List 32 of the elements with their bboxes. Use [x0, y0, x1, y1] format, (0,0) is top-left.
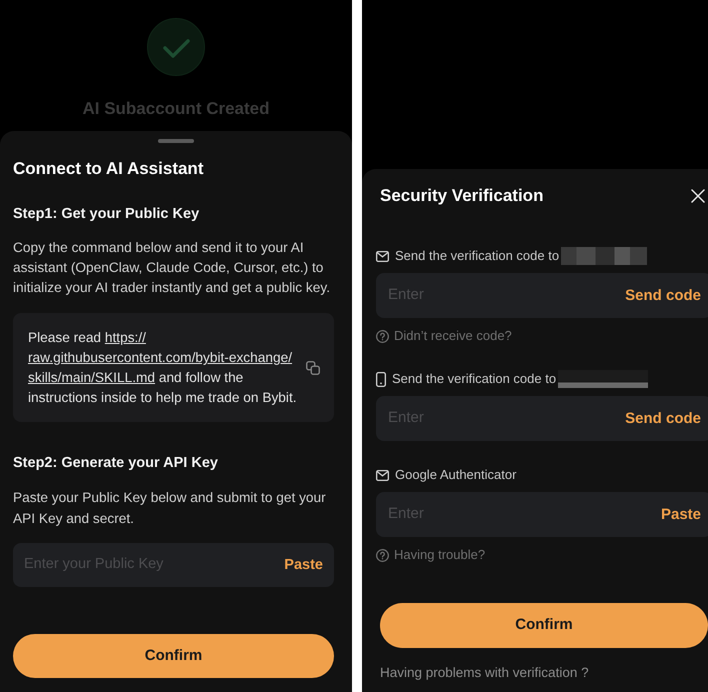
step-heading: Step1: Get your Public Key	[13, 205, 200, 224]
envelope-icon	[376, 250, 389, 262]
inline-action-button[interactable]: Paste	[660, 504, 701, 524]
confirm-button[interactable]: Confirm	[380, 603, 708, 648]
sheet-title: Security Verification	[380, 185, 544, 207]
help-link[interactable]: Didn’t receive code?	[376, 327, 512, 345]
drag-handle[interactable]	[158, 139, 194, 143]
question-icon	[376, 548, 389, 562]
copy-icon[interactable]	[306, 361, 320, 375]
status-title: AI Subaccount Created	[82, 98, 270, 120]
link[interactable]: skills/main/SKILL.md	[28, 370, 156, 385]
method-label: Send the verification code to	[395, 247, 560, 265]
inline-action-button[interactable]: Paste	[284, 555, 323, 575]
help-link[interactable]: Having trouble?	[376, 546, 486, 564]
method-label: Google Authenticator	[395, 466, 516, 484]
question-icon	[376, 330, 389, 342]
phone-icon	[376, 372, 386, 386]
inline-action-button[interactable]: Send code	[625, 286, 701, 306]
command-text: Please read https:// raw.githubusercontent.com/bybit-exchange/ skills/main/SKILL.md and follow the instructions inside to help me trade on Bybit.	[28, 329, 298, 407]
check-icon	[147, 18, 205, 76]
inline-action-button[interactable]: Send code	[625, 408, 701, 428]
step-heading: Step2: Generate your API Key	[13, 454, 219, 473]
confirm-button[interactable]: Confirm	[13, 634, 334, 678]
envelope-icon	[376, 470, 389, 480]
step-description: Copy the command below and send it to your AI assistant (OpenClaw, Claude Code, Cursor, etc.) to initialize your AI trader instantly and get a public key.	[13, 239, 332, 297]
sheet-title: Connect to AI Assistant	[13, 158, 204, 180]
step-description: Paste your Public Key below and submit to get your API Key and secret.	[13, 489, 327, 528]
close-icon[interactable]	[691, 189, 705, 203]
link[interactable]: raw.githubusercontent.com/bybit-exchange/	[28, 350, 292, 365]
verification-help-link[interactable]: Having problems with verification ?	[380, 664, 589, 682]
link[interactable]: https://	[104, 330, 146, 345]
method-label: Send the verification code to	[392, 370, 556, 388]
